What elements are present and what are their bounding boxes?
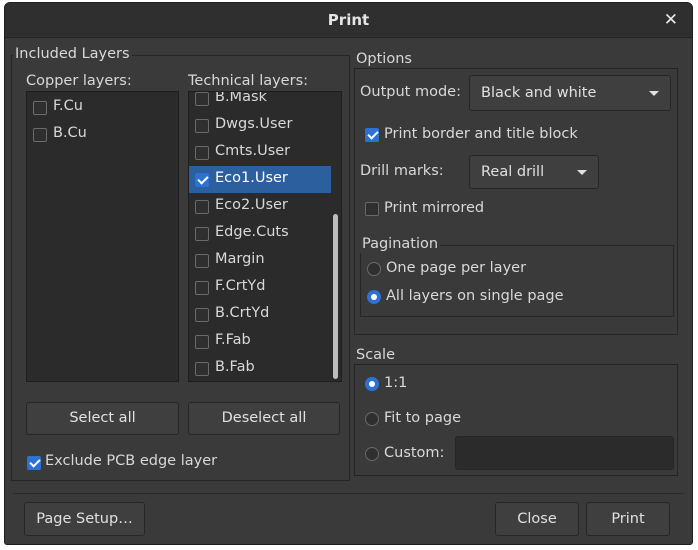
scale-title: Scale <box>354 346 398 364</box>
one-page-label: One page per layer <box>386 260 527 276</box>
output-mode-label: Output mode: <box>360 84 461 100</box>
deselect-all-button[interactable]: Deselect all <box>188 402 340 435</box>
list-item-f-fab[interactable]: F.Fab <box>189 328 341 355</box>
list-item-edge-cuts[interactable]: Edge.Cuts <box>189 220 341 247</box>
checkbox[interactable] <box>195 362 209 376</box>
print-dialog: Print ✕ Included Layers Copper layers: T… <box>4 2 693 545</box>
print-border-label: Print border and title block <box>384 126 578 142</box>
list-item-label: Eco1.User <box>215 170 288 186</box>
checkbox-checked[interactable] <box>195 173 209 187</box>
list-item-b-cu[interactable]: B.Cu <box>27 121 178 148</box>
title-bar: Print ✕ <box>5 3 692 38</box>
checkbox[interactable] <box>195 281 209 295</box>
page-setup-button[interactable]: Page Setup… <box>24 502 145 536</box>
drill-marks-dropdown[interactable]: Real drill <box>469 155 599 189</box>
custom-scale-input[interactable] <box>455 436 674 470</box>
list-item-label: F.CrtYd <box>215 278 266 294</box>
all-layers-radio[interactable] <box>367 290 381 304</box>
output-mode-dropdown[interactable]: Black and white <box>469 75 671 111</box>
exclude-edge-checkbox[interactable] <box>27 456 41 470</box>
close-icon[interactable]: ✕ <box>664 10 678 30</box>
list-item-dwgs-user[interactable]: Dwgs.User <box>189 112 341 139</box>
pagination-title: Pagination <box>360 235 441 253</box>
fit-to-page-label: Fit to page <box>384 410 461 426</box>
print-border-checkbox[interactable] <box>365 128 379 142</box>
one-page-radio[interactable] <box>367 262 381 276</box>
list-item-b-mask[interactable]: B.Mask <box>189 91 341 112</box>
footer-separator <box>13 493 684 494</box>
checkbox[interactable] <box>195 146 209 160</box>
close-button[interactable]: Close <box>495 502 579 536</box>
drill-marks-label: Drill marks: <box>360 163 444 179</box>
technical-layers-list[interactable]: B.Mask Dwgs.User Cmts.User Eco1.User Eco… <box>188 91 342 382</box>
fit-to-page-radio[interactable] <box>365 412 379 426</box>
technical-layers-label: Technical layers: <box>188 73 309 89</box>
custom-scale-label: Custom: <box>384 445 445 461</box>
scale-1-1-label: 1:1 <box>384 375 408 391</box>
list-item-label: Margin <box>215 251 265 267</box>
list-item-b-crtyd[interactable]: B.CrtYd <box>189 301 341 328</box>
list-item-label: Edge.Cuts <box>215 224 289 240</box>
print-button[interactable]: Print <box>586 502 670 536</box>
drill-marks-value: Real drill <box>481 164 545 180</box>
chevron-down-icon <box>577 170 587 175</box>
list-item-label: Cmts.User <box>215 143 291 159</box>
list-item-label: F.Cu <box>53 98 83 114</box>
checkbox[interactable] <box>33 128 47 142</box>
print-mirrored-label: Print mirrored <box>384 200 485 216</box>
all-layers-label: All layers on single page <box>386 288 564 304</box>
checkbox[interactable] <box>195 119 209 133</box>
list-item-eco2-user[interactable]: Eco2.User <box>189 193 341 220</box>
chevron-down-icon <box>649 91 659 96</box>
list-item-f-cu[interactable]: F.Cu <box>27 94 178 121</box>
options-title: Options <box>354 50 414 68</box>
copper-layers-list[interactable]: F.Cu B.Cu <box>26 91 179 382</box>
print-mirrored-checkbox[interactable] <box>365 202 379 216</box>
checkbox[interactable] <box>195 335 209 349</box>
included-layers-title: Included Layers <box>13 45 132 63</box>
checkbox[interactable] <box>195 308 209 322</box>
checkbox[interactable] <box>195 227 209 241</box>
list-item-f-crtyd[interactable]: F.CrtYd <box>189 274 341 301</box>
list-item-label: Eco2.User <box>215 197 288 213</box>
scrollbar-thumb[interactable] <box>333 214 338 379</box>
list-item-label: B.Fab <box>215 359 255 375</box>
pagination-group <box>360 245 674 317</box>
checkbox[interactable] <box>195 254 209 268</box>
checkbox[interactable] <box>195 200 209 214</box>
list-item-label: F.Fab <box>215 332 251 348</box>
list-item-b-fab[interactable]: B.Fab <box>189 355 341 381</box>
output-mode-value: Black and white <box>481 85 597 101</box>
checkbox[interactable] <box>33 101 47 115</box>
select-all-button[interactable]: Select all <box>26 402 179 435</box>
technical-list-scrollbar[interactable] <box>333 94 339 379</box>
list-item-label: B.CrtYd <box>215 305 270 321</box>
list-item-cmts-user[interactable]: Cmts.User <box>189 139 341 166</box>
checkbox[interactable] <box>195 92 209 106</box>
copper-layers-label: Copper layers: <box>26 73 132 89</box>
window-title: Print <box>327 11 370 29</box>
list-item-label: B.Cu <box>53 125 87 141</box>
exclude-edge-label: Exclude PCB edge layer <box>45 453 218 469</box>
list-item-eco1-user[interactable]: Eco1.User <box>189 166 331 193</box>
list-item-margin[interactable]: Margin <box>189 247 341 274</box>
custom-scale-radio[interactable] <box>365 447 379 461</box>
list-item-label: Dwgs.User <box>215 116 293 132</box>
list-item-label: B.Mask <box>215 91 267 105</box>
scale-1-1-radio[interactable] <box>365 377 379 391</box>
